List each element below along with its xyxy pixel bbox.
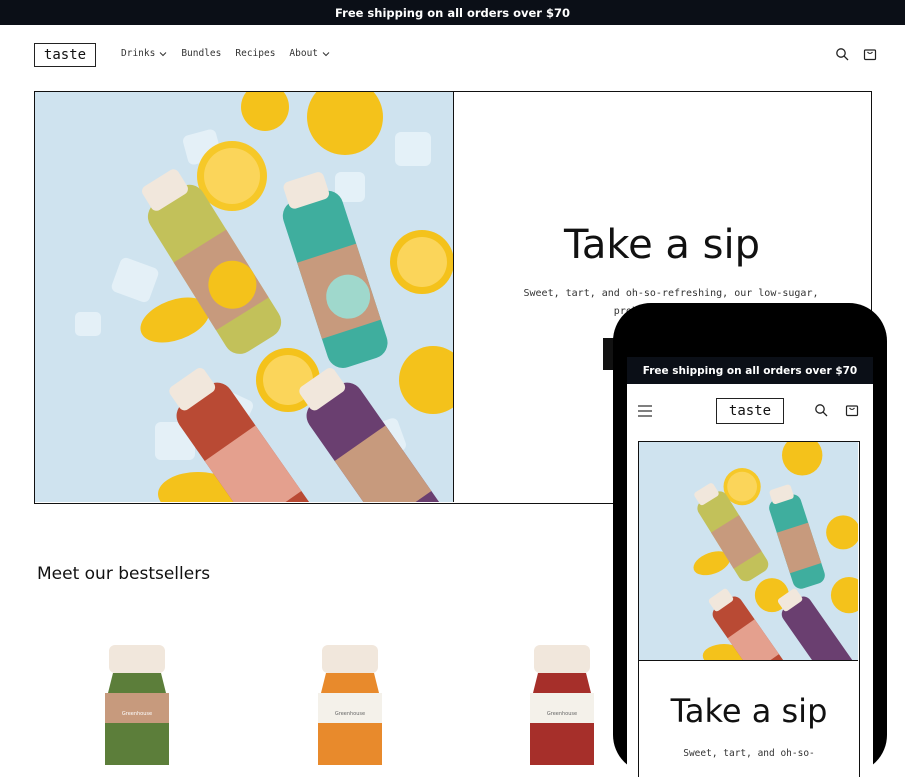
bottle-brand: Greenhouse: [547, 711, 577, 717]
nav-item-recipes[interactable]: Recipes: [235, 48, 275, 59]
nav-item-label: About: [289, 48, 319, 59]
header-icons: [835, 47, 877, 61]
hamburger-menu-icon[interactable]: [637, 404, 653, 418]
phone-mockup: Free shipping on all orders over $70 tas…: [613, 303, 887, 777]
nav-item-drinks[interactable]: Drinks: [121, 48, 167, 59]
bottle-brand: Greenhouse: [335, 711, 365, 717]
bottle-cap: [322, 645, 378, 673]
announcement-text: Free shipping on all orders over $70: [335, 5, 570, 20]
hero-title: Take a sip: [564, 222, 760, 268]
nav-item-bundles[interactable]: Bundles: [181, 48, 221, 59]
chevron-down-icon: [322, 51, 330, 56]
cart-icon[interactable]: [845, 403, 859, 417]
nav-item-label: Drinks: [121, 48, 156, 59]
mobile-brand-logo[interactable]: taste: [716, 398, 784, 424]
chevron-down-icon: [159, 51, 167, 56]
hero-photo: [35, 92, 453, 502]
product-card[interactable]: Greenhouse: [528, 645, 598, 765]
bottle-label: [318, 693, 382, 723]
mobile-hero-image: [639, 442, 858, 661]
brand-logo[interactable]: taste: [34, 43, 96, 67]
cart-icon[interactable]: [863, 47, 877, 61]
nav-item-about[interactable]: About: [289, 48, 330, 59]
announcement-bar: Free shipping on all orders over $70: [0, 0, 905, 25]
product-card[interactable]: Greenhouse: [103, 645, 173, 765]
hero-image: [35, 92, 454, 502]
search-icon[interactable]: [835, 47, 849, 61]
mobile-hero-title: Take a sip: [670, 692, 828, 730]
bottle-label: [530, 693, 594, 723]
nav-item-label: Recipes: [235, 48, 276, 59]
bestsellers-title: Meet our bestsellers: [37, 564, 211, 584]
product-card[interactable]: Greenhouse: [316, 645, 386, 765]
mobile-announcement-text: Free shipping on all orders over $70: [642, 364, 858, 377]
bottle-cap: [534, 645, 590, 673]
bottle-brand: Greenhouse: [122, 711, 152, 717]
search-icon[interactable]: [814, 403, 828, 417]
mobile-hero-photo: [639, 442, 858, 660]
main-nav: Drinks Bundles Recipes About: [121, 48, 330, 59]
mobile-hero-description: Sweet, tart, and oh-so-: [683, 748, 815, 759]
bottle-cap: [109, 645, 165, 673]
mobile-hero: Take a sip Sweet, tart, and oh-so-: [638, 441, 860, 777]
mobile-header: taste: [627, 384, 873, 440]
bottle-label: [105, 693, 169, 723]
nav-item-label: Bundles: [181, 48, 222, 59]
mobile-announcement-bar: Free shipping on all orders over $70: [627, 357, 873, 384]
site-header: taste Drinks Bundles Recipes About: [0, 25, 905, 85]
mobile-screen: Free shipping on all orders over $70 tas…: [627, 357, 873, 777]
